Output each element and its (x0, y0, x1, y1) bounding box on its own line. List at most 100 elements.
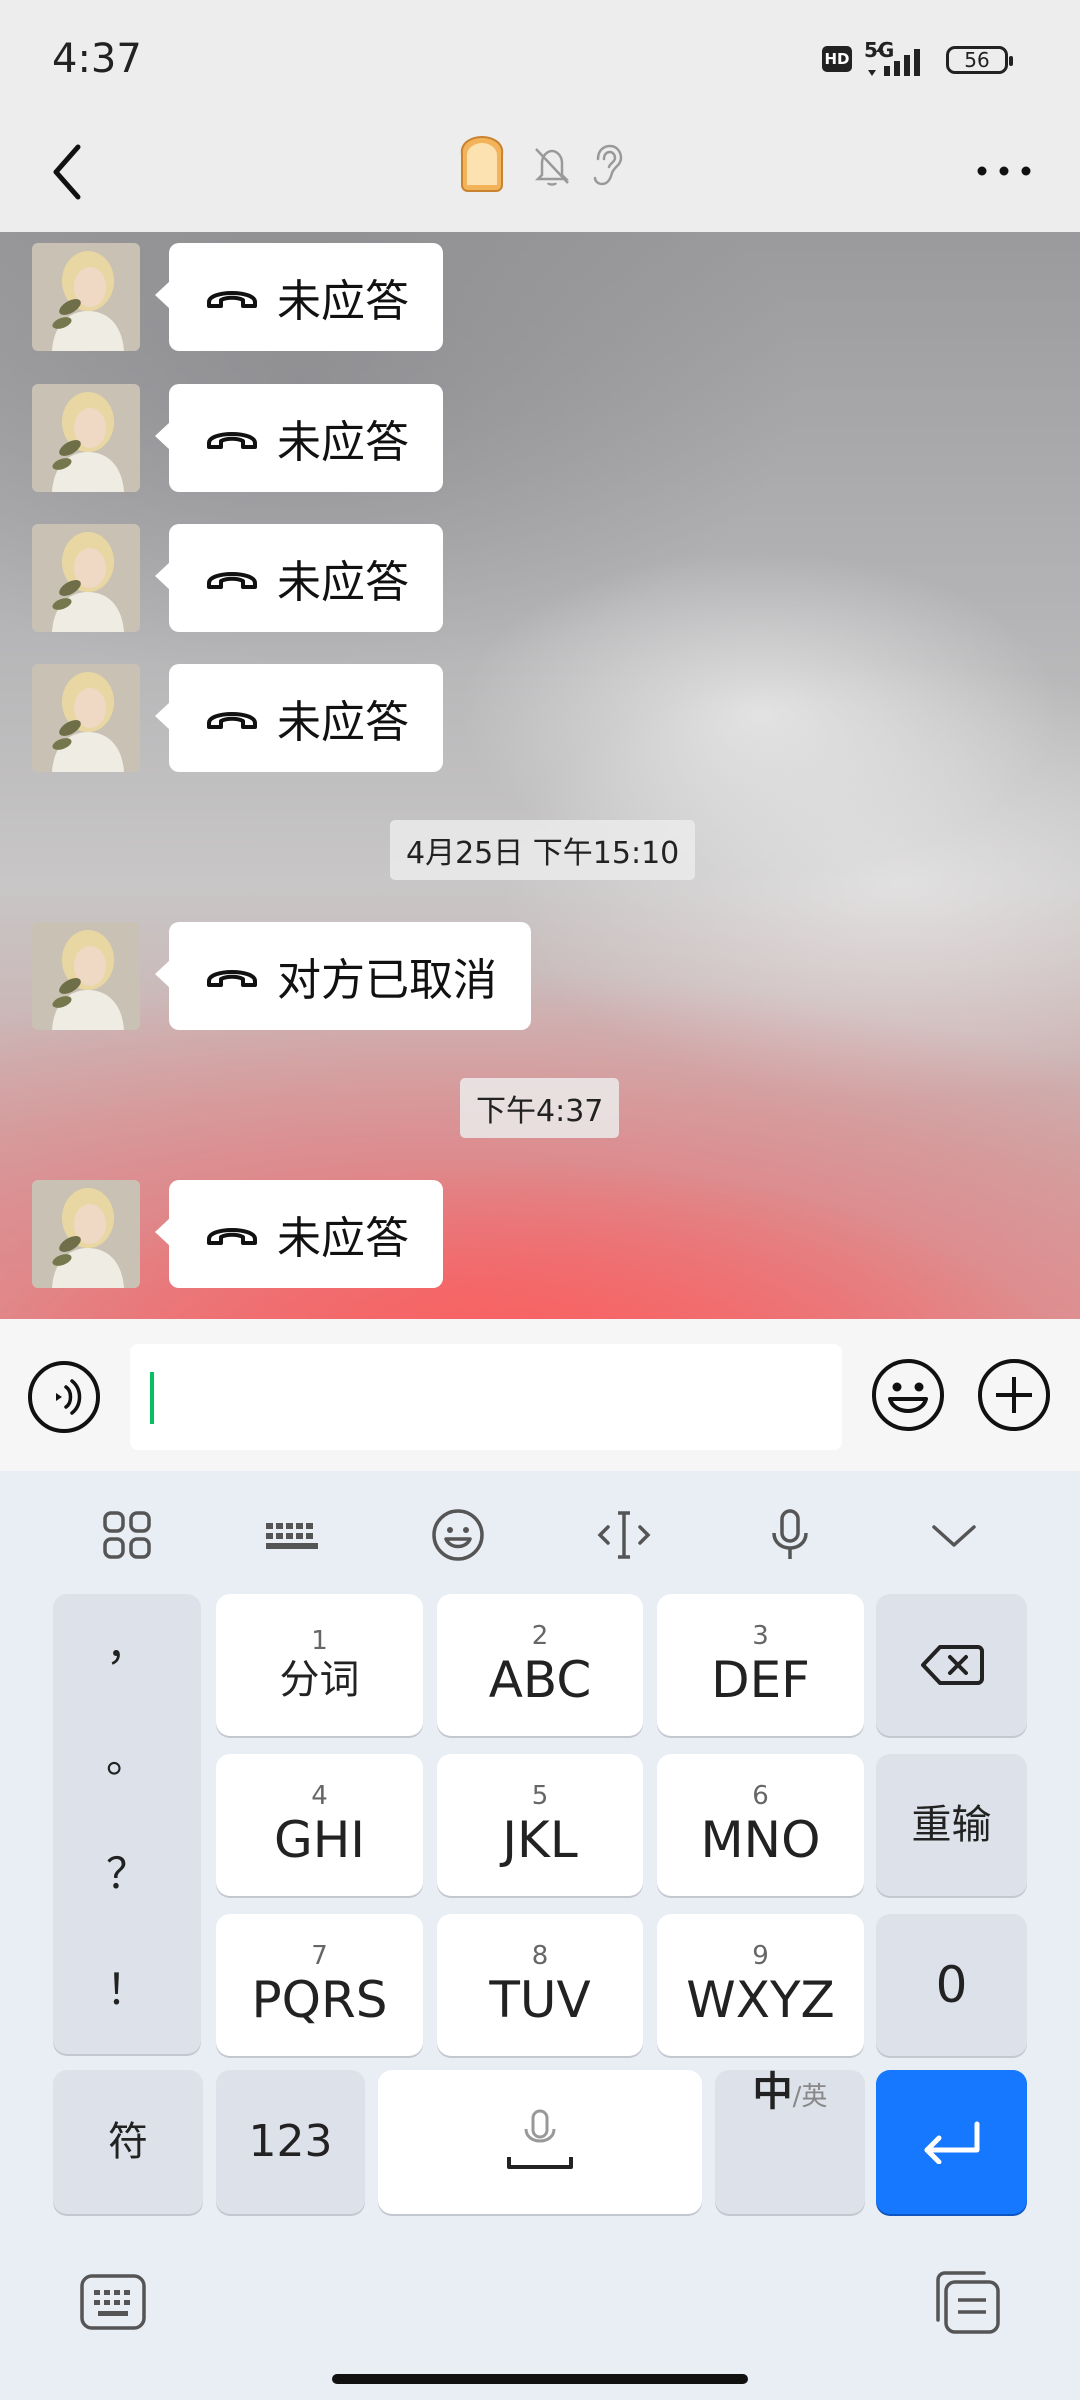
contact-avatar[interactable] (32, 664, 140, 772)
voice-icon (56, 1379, 82, 1415)
phone-hangup-icon (207, 970, 257, 987)
comma-key[interactable]: ， (53, 1612, 201, 1673)
voice-input-button[interactable] (28, 1361, 100, 1433)
numbers-key[interactable]: 123 (216, 2070, 365, 2214)
key-label: 分词 (279, 1657, 360, 1703)
key-4-ghi[interactable]: 4 GHI (216, 1754, 423, 1896)
contact-avatar[interactable] (32, 384, 140, 492)
punctuation-column[interactable]: ， 。 ？ ！ (53, 1594, 201, 2054)
key-5-jkl[interactable]: 5 JKL (437, 1754, 643, 1896)
collapse-icon[interactable] (924, 1505, 984, 1565)
clock: 4:37 (52, 36, 142, 82)
contact-avatar[interactable] (32, 524, 140, 632)
phone-hangup-icon (207, 572, 257, 589)
key-1-segment[interactable]: 1 分词 (216, 1594, 423, 1736)
call-record-bubble[interactable]: 未应答 (155, 243, 443, 351)
key-number: 4 (311, 1780, 328, 1811)
key-number: 9 (752, 1940, 769, 1971)
chat-header (0, 115, 1080, 232)
key-label: MNO (700, 1810, 821, 1869)
phone-hangup-icon (207, 1228, 257, 1245)
key-label: JKL (502, 1810, 578, 1869)
key-label: TUV (489, 1970, 591, 2029)
bread-icon (460, 135, 504, 192)
enter-icon (924, 2121, 979, 2164)
status-bar: 4:37 HD 5G 56 (0, 0, 1080, 115)
space-mic-icon (507, 2109, 573, 2169)
call-status-text: 对方已取消 (277, 955, 497, 1006)
muted-bell-icon (534, 148, 570, 186)
call-status-text: 未应答 (277, 1213, 409, 1264)
contact-avatar[interactable] (32, 243, 140, 351)
hd-badge: HD (822, 46, 852, 72)
key-9-wxyz[interactable]: 9 WXYZ (657, 1914, 864, 2056)
cursor-move-icon[interactable] (594, 1505, 654, 1565)
key-label: GHI (273, 1810, 366, 1869)
key-0[interactable]: 0 (876, 1914, 1027, 2056)
text-cursor (150, 1372, 154, 1424)
microphone-icon[interactable] (760, 1505, 820, 1565)
key-number: 5 (531, 1780, 549, 1811)
apps-grid-icon[interactable] (97, 1505, 157, 1565)
lang-alt-label: /英 (792, 2082, 828, 2112)
reenter-key[interactable]: 重输 (876, 1754, 1027, 1896)
key-number: 2 (531, 1620, 549, 1651)
message-timestamp: 4月25日 下午15:10 (390, 820, 696, 880)
input-cursor-layer (130, 1344, 842, 1450)
backspace-icon (920, 1645, 984, 1685)
keyboard-switch-icon[interactable] (78, 2272, 148, 2332)
space-key[interactable] (378, 2070, 702, 2214)
plus-icon[interactable] (976, 1357, 1052, 1433)
enter-key[interactable] (876, 2070, 1027, 2214)
message-timestamp: 下午4:37 (460, 1078, 620, 1138)
symbols-key[interactable]: 符 (53, 2070, 203, 2214)
call-record-bubble[interactable]: 未应答 (155, 524, 443, 632)
keyboard-icon[interactable] (262, 1505, 322, 1565)
home-indicator[interactable] (332, 2374, 748, 2384)
contact-avatar[interactable] (32, 1180, 140, 1288)
key-6-mno[interactable]: 6 MNO (657, 1754, 864, 1896)
call-record-bubble[interactable]: 未应答 (155, 384, 443, 492)
key-number: 8 (531, 1940, 549, 1971)
key-number: 1 (311, 1626, 328, 1656)
key-7-pqrs[interactable]: 7 PQRS (216, 1914, 423, 2056)
call-record-bubble[interactable]: 未应答 (155, 664, 443, 772)
call-status-text: 未应答 (277, 557, 409, 608)
emoji-icon[interactable] (870, 1357, 946, 1433)
key-label: 0 (935, 1955, 968, 2014)
key-3-def[interactable]: 3 DEF (657, 1594, 864, 1736)
key-label: 符 (108, 2119, 148, 2165)
language-switch-key[interactable]: 中 /英 (715, 2070, 865, 2214)
key-number: 3 (752, 1620, 769, 1651)
ear-icon (593, 144, 623, 186)
emoji-icon[interactable] (428, 1505, 488, 1565)
key-label: ABC (488, 1650, 592, 1709)
call-record-bubble[interactable]: 对方已取消 (155, 922, 531, 1030)
key-label: WXYZ (686, 1970, 835, 2029)
back-arrow-icon[interactable] (40, 137, 100, 207)
call-record-bubble[interactable]: 未应答 (155, 1180, 443, 1288)
key-label: PQRS (251, 1970, 388, 2029)
chat-messages[interactable]: 未应答 未应答 未应答 未应答 4月25日 下午15:10 对方已取消 下午4:… (0, 232, 1080, 1319)
phone-hangup-icon (207, 291, 257, 308)
key-number: 6 (752, 1780, 769, 1811)
lang-main-label: 中 (752, 2069, 793, 2115)
delete-key[interactable] (876, 1594, 1027, 1736)
signal-icon (868, 46, 920, 76)
question-key[interactable]: ？ (53, 1840, 201, 1901)
contact-avatar[interactable] (32, 922, 140, 1030)
clipboard-icon[interactable] (932, 2268, 1002, 2336)
period-key[interactable]: 。 (53, 1724, 201, 1785)
call-status-text: 未应答 (277, 697, 409, 748)
key-label: 123 (248, 2115, 333, 2167)
more-icon[interactable] (974, 151, 1034, 191)
key-8-tuv[interactable]: 8 TUV (437, 1914, 643, 2056)
key-2-abc[interactable]: 2 ABC (437, 1594, 643, 1736)
exclamation-key[interactable]: ！ (53, 1956, 201, 2017)
battery-icon: 56 (946, 46, 1013, 74)
call-status-text: 未应答 (277, 276, 409, 327)
phone-hangup-icon (207, 432, 257, 449)
keyboard-toolbar (0, 1471, 1080, 1591)
input-bar (0, 1319, 1080, 1471)
call-status-text: 未应答 (277, 417, 409, 468)
